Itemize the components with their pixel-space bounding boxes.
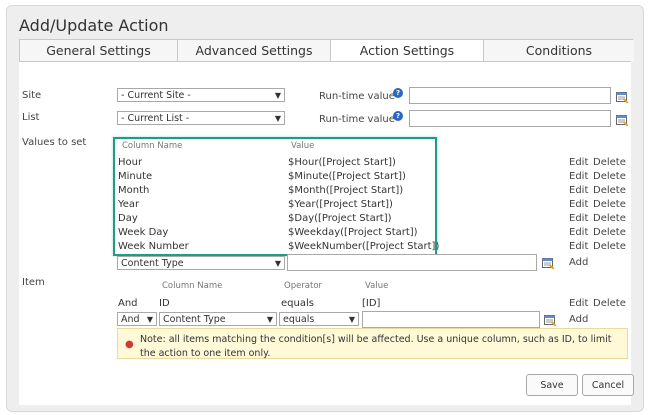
delete-link[interactable]: Delete — [593, 241, 626, 252]
site-runtime-label: Run-time value — [319, 91, 395, 102]
add-condition-link[interactable]: Add — [569, 314, 588, 325]
save-button[interactable]: Save — [526, 374, 578, 396]
edit-link[interactable]: Edit — [569, 241, 588, 252]
condition-note: ● Note: all items matching the condition… — [117, 328, 628, 359]
lookup-picker-icon[interactable] — [544, 315, 557, 327]
new-value-column-select-value: Content Type — [121, 258, 184, 269]
dialog-title: Add/Update Action — [19, 16, 169, 35]
delete-link[interactable]: Delete — [593, 157, 626, 168]
tab-bar: General Settings Advanced Settings Actio… — [19, 39, 634, 62]
new-condition-column-value: Content Type — [163, 314, 226, 325]
dropdown-arrow-icon: ▼ — [266, 315, 273, 324]
new-condition-operator-select[interactable]: equals ▼ — [279, 312, 359, 326]
condition-note-text: Note: all items matching the condition[s… — [140, 334, 612, 359]
delete-link[interactable]: Delete — [593, 185, 626, 196]
new-condition-value-input[interactable] — [362, 311, 540, 328]
edit-link[interactable]: Edit — [569, 199, 588, 210]
new-value-column-select[interactable]: Content Type ▼ — [117, 256, 285, 270]
lookup-picker-icon[interactable] — [542, 258, 555, 270]
edit-link[interactable]: Edit — [569, 298, 588, 309]
condition-value: [ID] — [362, 298, 381, 309]
tab-advanced-settings[interactable]: Advanced Settings — [178, 40, 331, 62]
delete-link[interactable]: Delete — [593, 213, 626, 224]
new-value-input[interactable] — [287, 254, 537, 271]
edit-link[interactable]: Edit — [569, 185, 588, 196]
new-condition-operator-value: equals — [283, 314, 315, 325]
item-value-header: Value — [365, 281, 389, 291]
cancel-button[interactable]: Cancel — [582, 374, 634, 396]
site-label: Site — [22, 90, 42, 101]
dropdown-arrow-icon: ▼ — [274, 114, 281, 123]
list-label: List — [22, 112, 40, 123]
values-highlight-box — [113, 137, 437, 256]
item-operator-header: Operator — [284, 281, 323, 291]
dropdown-arrow-icon: ▼ — [146, 315, 153, 324]
dialog: Add/Update Action General Settings Advan… — [6, 5, 644, 412]
delete-link[interactable]: Delete — [593, 199, 626, 210]
help-icon[interactable]: ? — [393, 111, 403, 121]
new-condition-column-select[interactable]: Content Type ▼ — [159, 312, 277, 326]
edit-link[interactable]: Edit — [569, 171, 588, 182]
new-condition-join-value: And — [121, 314, 140, 325]
action-settings-panel: Site - Current Site - ▼ Run-time value ?… — [19, 61, 634, 405]
site-runtime-input[interactable] — [409, 87, 611, 104]
item-column-name-header: Column Name — [162, 281, 223, 291]
dropdown-arrow-icon: ▼ — [348, 315, 355, 324]
edit-link[interactable]: Edit — [569, 157, 588, 168]
list-select[interactable]: - Current List - ▼ — [117, 111, 285, 125]
edit-link[interactable]: Edit — [569, 227, 588, 238]
lookup-picker-icon[interactable] — [616, 115, 629, 127]
condition-join: And — [118, 298, 138, 309]
site-select[interactable]: - Current Site - ▼ — [117, 88, 285, 102]
condition-column: ID — [159, 298, 170, 309]
delete-link[interactable]: Delete — [593, 298, 626, 309]
list-select-value: - Current List - — [121, 113, 190, 124]
tab-conditions[interactable]: Conditions — [484, 40, 634, 62]
dropdown-arrow-icon: ▼ — [274, 259, 281, 268]
delete-link[interactable]: Delete — [593, 227, 626, 238]
tab-general-settings[interactable]: General Settings — [20, 40, 178, 62]
list-runtime-label: Run-time value — [319, 114, 395, 125]
add-value-link[interactable]: Add — [569, 257, 588, 268]
condition-operator: equals — [281, 298, 314, 309]
dropdown-arrow-icon: ▼ — [274, 91, 281, 100]
item-label: Item — [22, 277, 45, 288]
delete-link[interactable]: Delete — [593, 171, 626, 182]
lookup-picker-icon[interactable] — [616, 92, 629, 104]
values-to-set-label: Values to set — [22, 137, 87, 148]
help-icon[interactable]: ? — [393, 88, 403, 98]
edit-link[interactable]: Edit — [569, 213, 588, 224]
warning-pin-icon: ● — [125, 339, 134, 350]
tab-action-settings[interactable]: Action Settings — [331, 40, 484, 62]
site-select-value: - Current Site - — [121, 90, 191, 101]
list-runtime-input[interactable] — [409, 110, 611, 127]
new-condition-join-select[interactable]: And ▼ — [117, 312, 157, 326]
